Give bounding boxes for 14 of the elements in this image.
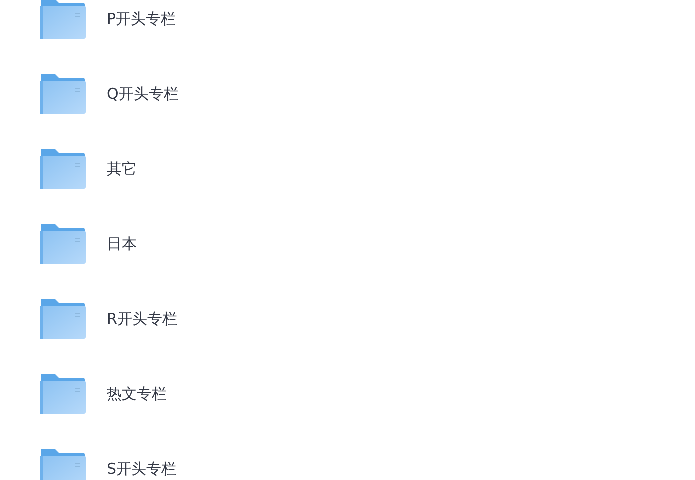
folder-name[interactable]: R开头专栏 (107, 308, 178, 328)
folder-icon (40, 448, 86, 480)
folder-icon (40, 373, 86, 414)
folder-icon (40, 73, 86, 114)
folder-icon (40, 223, 86, 264)
folder-name[interactable]: 其它 (107, 158, 137, 178)
folder-name[interactable]: S开头专栏 (107, 458, 177, 478)
folder-name[interactable]: 热文专栏 (107, 384, 167, 404)
folder-icon (40, 298, 86, 339)
folder-name[interactable]: 日本 (107, 234, 137, 254)
folder-icon (40, 148, 86, 189)
folder-name[interactable]: Q开头专栏 (107, 84, 179, 104)
folder-icon (40, 0, 86, 39)
folder-name[interactable]: P开头专栏 (107, 8, 176, 28)
